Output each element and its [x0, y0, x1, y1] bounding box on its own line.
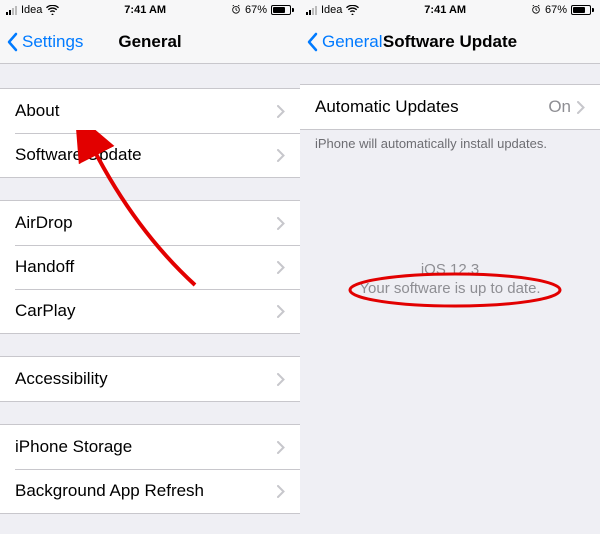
chevron-right-icon [277, 305, 285, 318]
ios-version: iOS 12.3 [300, 261, 600, 278]
alarm-icon [531, 4, 541, 17]
status-bar: Idea 7:41 AM 67% [0, 0, 300, 20]
back-button[interactable]: Settings [0, 32, 83, 52]
row-accessibility[interactable]: Accessibility [0, 357, 300, 401]
software-update-screen: Idea 7:41 AM 67% General Softw [300, 0, 600, 534]
chevron-right-icon [577, 101, 585, 114]
alarm-icon [231, 4, 241, 17]
chevron-right-icon [277, 441, 285, 454]
row-carplay[interactable]: CarPlay [0, 289, 300, 333]
chevron-right-icon [277, 373, 285, 386]
status-bar: Idea 7:41 AM 67% [300, 0, 600, 20]
wifi-icon [46, 5, 59, 15]
back-label: Settings [22, 32, 83, 52]
uptodate-msg: Your software is up to date. [300, 280, 600, 297]
status-time: 7:41 AM [124, 4, 166, 16]
row-iphone-storage[interactable]: iPhone Storage [0, 425, 300, 469]
chevron-right-icon [277, 217, 285, 230]
chevron-right-icon [277, 261, 285, 274]
status-time: 7:41 AM [424, 4, 466, 16]
row-bg-app-refresh[interactable]: Background App Refresh [0, 469, 300, 513]
back-button[interactable]: General [300, 32, 382, 52]
footer-text: iPhone will automatically install update… [300, 130, 600, 151]
row-automatic-updates[interactable]: Automatic Updates On [300, 85, 600, 129]
chevron-right-icon [277, 485, 285, 498]
chevron-right-icon [277, 105, 285, 118]
nav-bar: Settings General [0, 20, 300, 64]
row-handoff[interactable]: Handoff [0, 245, 300, 289]
row-software-update[interactable]: Software Update [0, 133, 300, 177]
row-about[interactable]: About [0, 89, 300, 133]
wifi-icon [346, 5, 359, 15]
row-airdrop[interactable]: AirDrop [0, 201, 300, 245]
chevron-right-icon [277, 149, 285, 162]
back-label: General [322, 32, 382, 52]
carrier-label: Idea [321, 4, 342, 16]
signal-icon [306, 5, 317, 15]
battery-pct: 67% [545, 4, 567, 16]
battery-icon [271, 5, 294, 15]
signal-icon [6, 5, 17, 15]
carrier-label: Idea [21, 4, 42, 16]
nav-bar: General Software Update [300, 20, 600, 64]
battery-pct: 67% [245, 4, 267, 16]
row-value: On [548, 97, 571, 117]
update-status: iOS 12.3 Your software is up to date. [300, 261, 600, 297]
battery-icon [571, 5, 594, 15]
general-settings-screen: Idea 7:41 AM 67% Settings Gene [0, 0, 300, 534]
